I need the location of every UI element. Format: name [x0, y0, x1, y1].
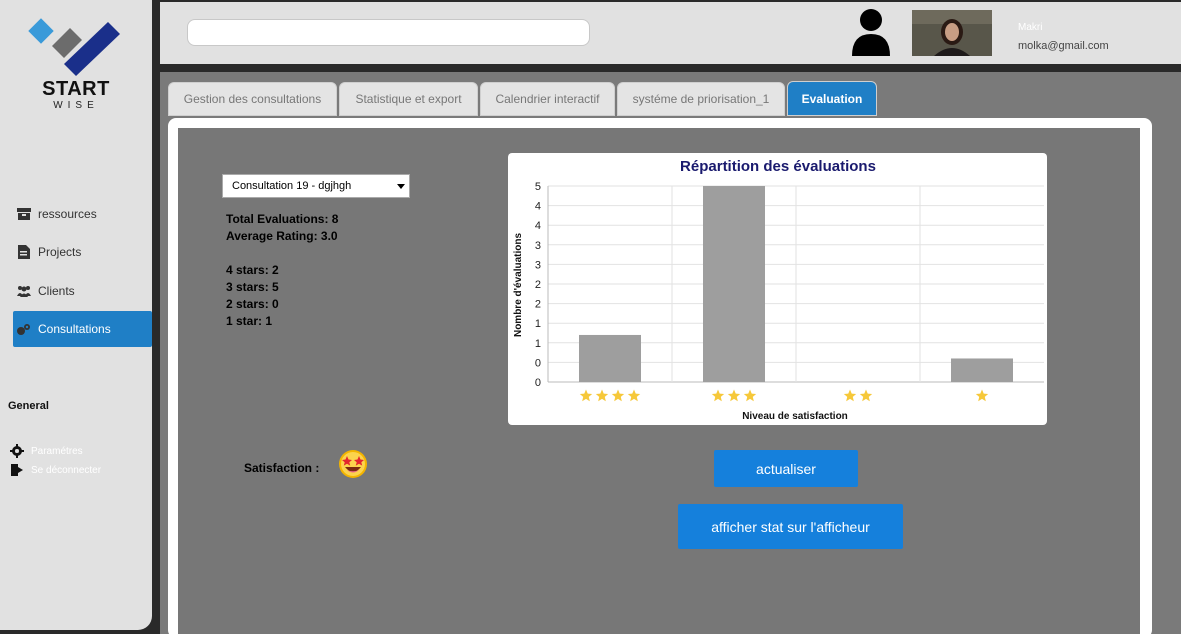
chart-bar-4-stars [579, 334, 641, 382]
breakdown-3-stars: 3 stars: 5 [226, 280, 279, 294]
tab-statistique-et-export[interactable]: Statistique et export [339, 82, 478, 116]
chart-y-axis-label: Nombre d'évaluations [513, 233, 524, 338]
sidebar: START WISE ressources Projects Clients C… [0, 0, 152, 630]
consultation-select-value: Consultation 19 - dgjhgh [232, 180, 352, 192]
chart-y-tick-label: 1 [535, 338, 541, 350]
average-rating: Average Rating: 3.0 [226, 229, 338, 243]
star-icon [595, 389, 609, 402]
chart-x-ticks [579, 389, 989, 402]
main-content: Gestion des consultations Statistique et… [160, 72, 1181, 634]
box-icon [16, 206, 32, 222]
refresh-button[interactable]: actualiser [714, 450, 858, 487]
star-icon [843, 389, 857, 402]
star-icon [743, 389, 757, 402]
search-input[interactable] [187, 19, 590, 46]
brand-name: START [42, 78, 110, 100]
star-icon [611, 389, 625, 402]
tab-calendrier-interactif[interactable]: Calendrier interactif [480, 82, 615, 116]
brand-subtitle: WISE [53, 100, 99, 111]
evaluation-panel-frame: Consultation 19 - dgjhgh Total Evaluatio… [168, 118, 1152, 634]
chart-y-tick-label: 2 [535, 279, 541, 291]
total-evaluations: Total Evaluations: 8 [226, 212, 339, 226]
breakdown-4-stars: 4 stars: 2 [226, 263, 279, 277]
settings-label: Paramétres [31, 445, 83, 457]
chart-y-tick-label: 4 [535, 220, 541, 232]
star-icon [711, 389, 725, 402]
tab-gestion-des-consultations[interactable]: Gestion des consultations [168, 82, 337, 116]
sidebar-item-projects[interactable]: Projects [13, 234, 152, 270]
sidebar-item-label: Projects [38, 245, 82, 259]
chart-y-tick-label: 2 [535, 299, 541, 311]
sidebar-item-label: ressources [38, 207, 97, 221]
chart-y-tick-label: 1 [535, 318, 541, 330]
chevron-down-icon [397, 184, 405, 189]
ratings-chart-svg: Répartition des évaluations Nombre d'éva… [513, 158, 1044, 422]
users-icon [16, 283, 32, 299]
general-section-title: General [8, 400, 49, 412]
chart-y-tick-label: 5 [535, 181, 541, 193]
chart-y-tick-label: 3 [535, 259, 541, 271]
document-icon [16, 244, 32, 260]
star-icon [727, 389, 741, 402]
breakdown-2-stars: 2 stars: 0 [226, 297, 279, 311]
start-wise-logo: START WISE [24, 16, 128, 116]
chart-y-tick-label: 4 [535, 201, 541, 213]
sidebar-item-ressources[interactable]: ressources [13, 196, 152, 232]
chart-bar-1-stars [951, 358, 1013, 382]
breakdown-1-star: 1 star: 1 [226, 314, 273, 328]
display-stats-button[interactable]: afficher stat sur l'afficheur [678, 504, 903, 549]
tab-evaluation[interactable]: Evaluation [787, 81, 877, 116]
settings-link[interactable]: Paramétres [10, 444, 83, 458]
chart-title: Répartition des évaluations [680, 158, 876, 175]
star-icon [627, 389, 641, 402]
chart-x-axis-label: Niveau de satisfaction [742, 411, 848, 422]
logout-link[interactable]: Se déconnecter [10, 463, 101, 477]
chart-y-tick-label: 0 [535, 357, 541, 369]
sidebar-item-label: Consultations [38, 322, 111, 336]
chart-y-tick-label: 3 [535, 240, 541, 252]
satisfaction-label: Satisfaction : [244, 461, 320, 475]
star-icon [975, 389, 989, 402]
avatar[interactable] [912, 10, 992, 56]
consultation-select[interactable]: Consultation 19 - dgjhgh [222, 174, 410, 198]
tab-systeme-de-priorisation[interactable]: systéme de priorisation_1 [617, 82, 785, 116]
logout-label: Se déconnecter [31, 464, 102, 476]
star-icon [579, 389, 593, 402]
logout-icon [10, 463, 26, 477]
sidebar-item-consultations[interactable]: Consultations [13, 311, 152, 347]
sidebar-item-label: Clients [38, 284, 75, 298]
chart-y-tick-label: 0 [535, 377, 541, 389]
app-window: START WISE ressources Projects Clients C… [0, 0, 1181, 634]
user-email: molka@gmail.com [1018, 40, 1109, 52]
star-icon [859, 389, 873, 402]
logo-mark [28, 18, 120, 76]
chart-y-ticks: 0 0 1 1 2 2 3 3 4 4 5 [535, 181, 541, 389]
user-icon[interactable] [850, 8, 892, 56]
header-bar: Makri molka@gmail.com [160, 2, 1181, 64]
consultation-icon [16, 321, 32, 337]
gear-icon [10, 444, 26, 458]
evaluation-panel: Consultation 19 - dgjhgh Total Evaluatio… [178, 128, 1140, 634]
ratings-chart: Répartition des évaluations Nombre d'éva… [508, 153, 1047, 425]
sidebar-item-clients[interactable]: Clients [13, 273, 152, 309]
user-name: Makri [1018, 22, 1043, 33]
chart-bar-3-stars [703, 186, 765, 382]
star-struck-emoji-icon [338, 449, 368, 479]
